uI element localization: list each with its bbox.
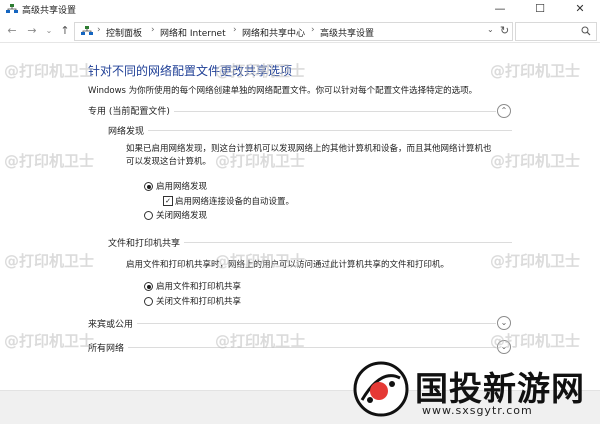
network-discovery-text-line2: 可以发现这台计算机。 (126, 157, 212, 167)
section-divider (88, 323, 496, 324)
address-history-chevron-icon[interactable]: ⌄ (487, 25, 494, 34)
watermark-text: @打印机卫士 (4, 252, 95, 270)
network-discovery-text-line1: 如果已启用网络发现，则这台计算机可以发现网络上的其他计算机和设备，而且其他网络计… (126, 144, 492, 154)
maximize-button[interactable]: ☐ (520, 0, 560, 18)
profile-private-label[interactable]: 专用 (当前配置文件) (88, 104, 174, 117)
watermark-text: @打印机卫士 (215, 332, 306, 350)
title-bar: 高级共享设置 — ☐ ✕ (0, 0, 600, 18)
breadcrumb-network-internet[interactable]: 网络和 Internet (160, 26, 226, 39)
up-arrow-icon[interactable]: ↑ (57, 23, 73, 39)
file-sharing-off-radio[interactable] (144, 297, 153, 306)
minimize-button[interactable]: — (480, 0, 520, 18)
search-input[interactable] (515, 22, 597, 41)
file-sharing-off-label[interactable]: 关闭文件和打印机共享 (156, 295, 241, 307)
watermark-text: @打印机卫士 (4, 152, 95, 170)
file-sharing-on-label[interactable]: 启用文件和打印机共享 (156, 280, 241, 292)
network-discovery-text: 如果已启用网络发现，则这台计算机可以发现网络上的其他计算机和设备，而且其他网络计… (126, 143, 516, 169)
auto-setup-label[interactable]: 启用网络连接设备的自动设置。 (175, 195, 294, 207)
forward-arrow-icon[interactable]: → (24, 23, 40, 39)
search-icon (581, 26, 591, 36)
chevron-up-icon[interactable]: ⌃ (497, 104, 511, 118)
profile-guest-label[interactable]: 来宾或公用 (88, 317, 138, 330)
breadcrumb-sharing-center[interactable]: 网络和共享中心 (242, 26, 305, 39)
watermark-text: @打印机卫士 (4, 62, 95, 80)
breadcrumb-separator: › (233, 25, 237, 35)
chevron-down-icon[interactable]: ⌄ (497, 316, 511, 330)
page-description: Windows 为你所使用的每个网络创建单独的网络配置文件。你可以针对每个配置文… (88, 86, 478, 96)
section-divider (108, 130, 512, 131)
watermark-text: @打印机卫士 (490, 152, 581, 170)
brand-url: www.sxsgytr.com (422, 404, 533, 417)
network-discovery-on-radio[interactable] (144, 182, 153, 191)
network-icon (6, 4, 18, 13)
brand-name: 国投新游网 (415, 369, 585, 408)
brand-watermark: 国投新游网 www.sxsgytr.com (352, 360, 597, 420)
network-discovery-off-radio[interactable] (144, 211, 153, 220)
breadcrumb-control-panel[interactable]: 控制面板 (106, 26, 142, 39)
network-discovery-off-label[interactable]: 关闭网络发现 (156, 209, 207, 221)
close-button[interactable]: ✕ (560, 0, 600, 18)
back-arrow-icon[interactable]: ← (4, 23, 20, 39)
breadcrumb-separator: › (311, 25, 315, 35)
breadcrumb-separator: › (97, 25, 101, 35)
window-title: 高级共享设置 (22, 6, 77, 16)
file-printer-sharing-title: 文件和打印机共享 (108, 236, 185, 249)
address-bar[interactable]: › 控制面板 › 网络和 Internet › 网络和共享中心 › 高级共享设置… (74, 22, 513, 41)
watermark-text: @打印机卫士 (490, 62, 581, 80)
network-discovery-title: 网络发现 (108, 124, 149, 137)
network-icon (81, 26, 93, 35)
refresh-icon[interactable]: ↻ (500, 24, 509, 37)
file-sharing-on-radio[interactable] (144, 282, 153, 291)
watermark-text: @打印机卫士 (490, 332, 581, 350)
watermark-text: @打印机卫士 (215, 152, 306, 170)
navigation-bar: ← → ⌄ ↑ › 控制面板 › 网络和 Internet › 网络和共享中心 … (0, 20, 600, 43)
watermark-text: @打印机卫士 (490, 252, 581, 270)
brand-logo-icon (353, 361, 409, 417)
network-discovery-on-label[interactable]: 启用网络发现 (156, 180, 207, 192)
breadcrumb-separator: › (151, 25, 155, 35)
watermark-text: @打印机卫士 (4, 332, 95, 350)
auto-setup-checkbox[interactable]: ✓ (163, 196, 173, 206)
watermark-text: @打印机卫士 (215, 252, 306, 270)
recent-locations-chevron-icon[interactable]: ⌄ (41, 23, 57, 39)
file-printer-sharing-text: 启用文件和打印机共享时，网络上的用户可以访问通过此计算机共享的文件和打印机。 (126, 260, 450, 270)
breadcrumb-advanced-sharing[interactable]: 高级共享设置 (320, 26, 374, 39)
watermark-text: @打印机卫士 (215, 62, 306, 80)
